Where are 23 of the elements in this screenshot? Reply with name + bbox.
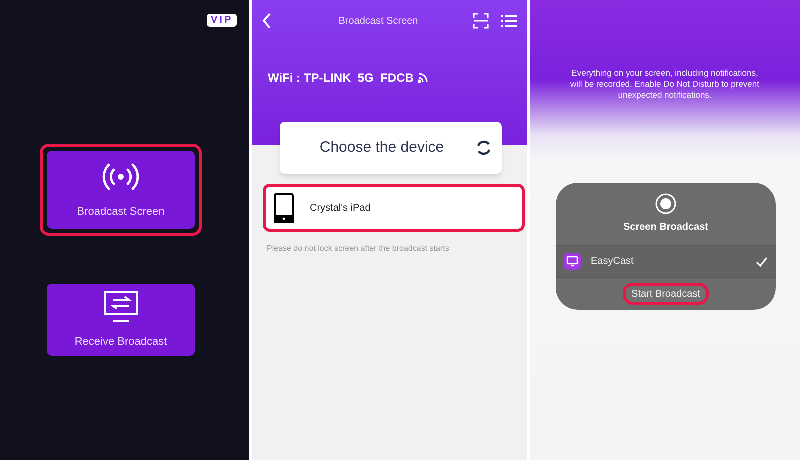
- menu-icon[interactable]: [501, 14, 517, 28]
- receive-broadcast-button[interactable]: Receive Broadcast: [47, 284, 195, 356]
- device-name: Crystal's iPad: [310, 202, 371, 216]
- vip-badge: VIP: [207, 14, 238, 27]
- device-row[interactable]: Crystal's iPad: [263, 184, 525, 232]
- wifi-icon: [418, 73, 428, 83]
- refresh-icon[interactable]: [476, 140, 492, 156]
- record-icon: [655, 193, 677, 215]
- app-icon: [564, 253, 581, 270]
- scan-icon[interactable]: [473, 13, 489, 29]
- wifi-name: WiFi : TP-LINK_5G_FDCB: [268, 70, 414, 87]
- back-icon[interactable]: [262, 13, 272, 29]
- broadcast-screen-button[interactable]: Broadcast Screen: [47, 151, 195, 229]
- tablet-icon: [274, 193, 294, 223]
- card-title: Choose the device: [318, 138, 446, 158]
- screen-title: Broadcast Screen: [338, 14, 420, 28]
- lock-screen-note: Please do not lock screen after the broadcast starts: [267, 243, 450, 255]
- recording-notice: Everything on your screen, including notifications, will be recorded. Enable Do Not Disturb to prevent unexpected notifications.: [570, 68, 760, 101]
- dialog-title: Screen Broadcast: [623, 221, 709, 235]
- monitor-swap-icon: [103, 290, 139, 324]
- start-broadcast-button[interactable]: Start Broadcast: [622, 283, 710, 305]
- app-row[interactable]: EasyCast: [556, 245, 776, 278]
- app-name: EasyCast: [591, 255, 635, 269]
